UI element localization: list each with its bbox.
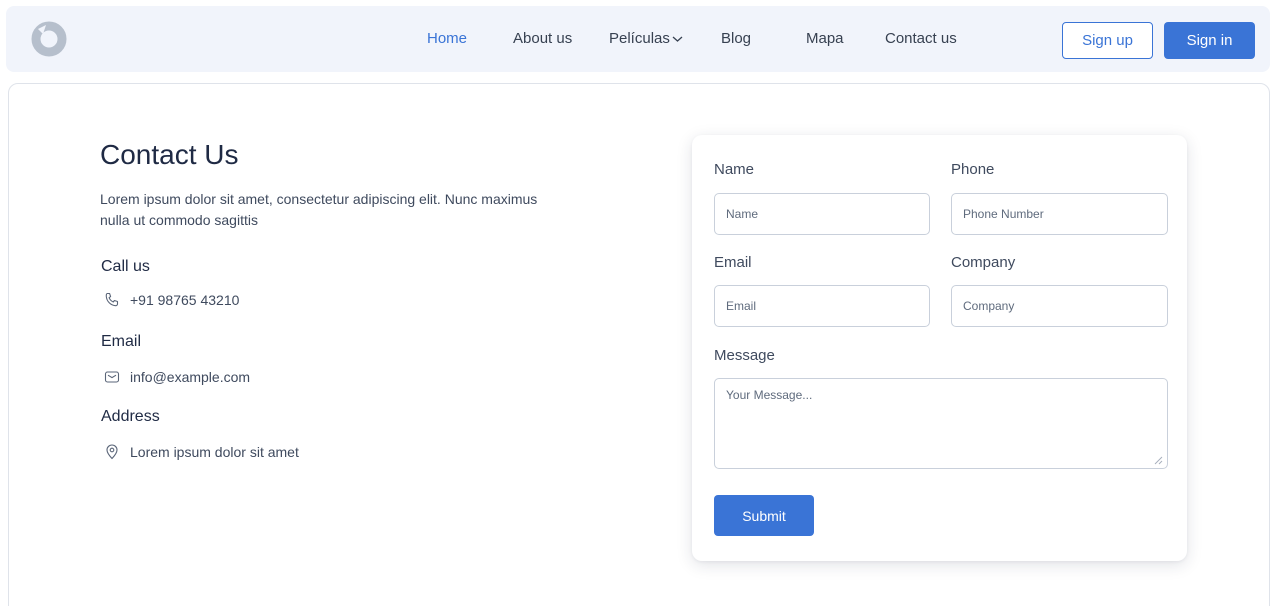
phone-number: +91 98765 43210 (130, 292, 240, 308)
phone-row: +91 98765 43210 (104, 292, 239, 308)
chevron-down-icon (672, 36, 683, 42)
nav-link-about[interactable]: About us (513, 30, 572, 47)
sign-up-button[interactable]: Sign up (1062, 22, 1153, 59)
mail-icon (104, 371, 120, 383)
email-input[interactable] (714, 285, 930, 327)
phone-icon (105, 292, 119, 307)
call-us-heading: Call us (101, 258, 150, 275)
phone-input[interactable] (951, 193, 1168, 235)
location-pin-icon (106, 444, 118, 460)
nav-link-peliculas[interactable]: Películas (609, 30, 683, 47)
message-label: Message (714, 347, 775, 364)
email-heading: Email (101, 333, 142, 350)
nav-link-peliculas-label: Películas (609, 30, 670, 47)
name-input[interactable] (714, 193, 930, 235)
email-label: Email (714, 254, 752, 271)
sign-in-button[interactable]: Sign in (1164, 22, 1255, 59)
address-heading: Address (101, 408, 160, 425)
company-input[interactable] (951, 285, 1168, 327)
submit-button[interactable]: Submit (714, 495, 814, 536)
contact-form: Name Phone Email Company Message Submit (692, 135, 1187, 561)
page-title: Contact Us (100, 139, 239, 170)
phone-label: Phone (951, 161, 995, 178)
navbar: Home About us Películas Blog Mapa Contac… (6, 6, 1270, 72)
email-address: info@example.com (130, 369, 251, 385)
contact-description: Lorem ipsum dolor sit amet, consectetur … (100, 191, 538, 228)
nav-link-blog[interactable]: Blog (721, 30, 751, 47)
address-row: Lorem ipsum dolor sit amet (104, 443, 299, 460)
nav-link-contact[interactable]: Contact us (885, 30, 957, 47)
address-text: Lorem ipsum dolor sit amet (130, 443, 299, 460)
message-textarea[interactable] (714, 378, 1168, 469)
resize-handle-icon[interactable] (1153, 455, 1163, 465)
nav-link-mapa[interactable]: Mapa (806, 30, 844, 47)
name-label: Name (714, 161, 755, 178)
nav-link-home[interactable]: Home (427, 30, 467, 47)
company-label: Company (951, 254, 1016, 271)
email-row: info@example.com (104, 369, 250, 385)
